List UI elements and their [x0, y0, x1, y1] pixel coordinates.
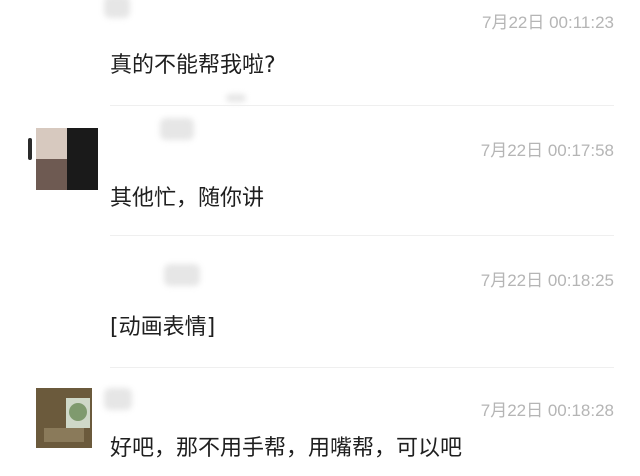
message-timestamp: 7月22日 00:18:25 — [480, 271, 614, 290]
chat-history: 7月22日 00:11:23 真的不能帮我啦? 7月22日 00:17:58 其… — [0, 0, 640, 476]
message-timestamp: 7月22日 00:11:23 — [482, 13, 614, 32]
chat-message: 7月22日 00:11:23 真的不能帮我啦? — [0, 0, 640, 110]
message-timestamp: 7月22日 00:17:58 — [480, 141, 614, 160]
chat-message: 7月22日 00:18:25 [动画表情] — [0, 236, 640, 368]
sender-name-blurred — [160, 118, 194, 140]
sender-name-blurred — [104, 388, 132, 410]
edge-mark — [28, 138, 32, 160]
message-timestamp: 7月22日 00:18:28 — [480, 401, 614, 420]
blurred-mark — [226, 94, 246, 102]
message-text: 真的不能帮我啦? — [110, 53, 276, 78]
chat-message: 7月22日 00:18:28 好吧，那不用手帮，用嘴帮，可以吧 — [0, 368, 640, 476]
chat-message: 7月22日 00:17:58 其他忙，随你讲 — [0, 110, 640, 236]
message-text: 好吧，那不用手帮，用嘴帮，可以吧 — [110, 436, 463, 461]
avatar[interactable] — [36, 128, 98, 190]
avatar-image — [36, 388, 92, 448]
message-text: 其他忙，随你讲 — [110, 186, 265, 211]
message-divider — [110, 105, 614, 106]
avatar-image — [36, 128, 98, 190]
sender-name-blurred — [164, 264, 200, 286]
message-text: [动画表情] — [110, 315, 216, 340]
avatar[interactable] — [36, 388, 92, 448]
sender-name-blurred — [104, 0, 130, 18]
